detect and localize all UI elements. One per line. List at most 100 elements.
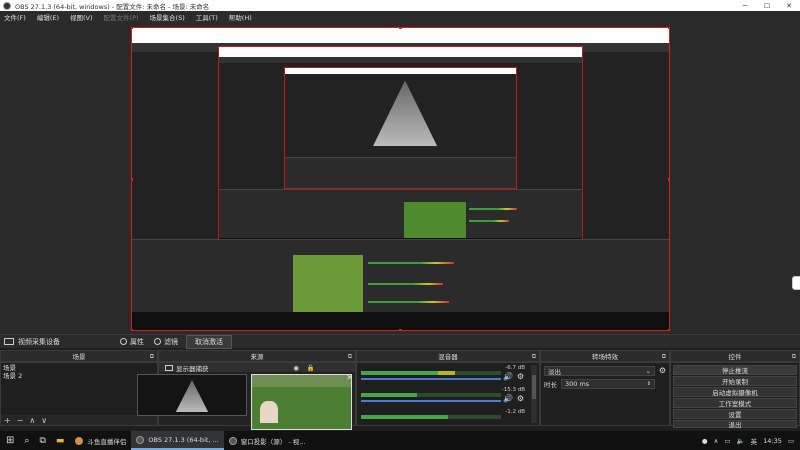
volume-meter xyxy=(361,371,501,375)
eye-icon[interactable]: ◉ xyxy=(293,364,299,372)
transitions-dock: 淡出 ⌄ ⚙ 时长 300 ms ⇕ xyxy=(540,362,670,426)
file-explorer-icon[interactable]: ▬ xyxy=(56,436,65,446)
studio-mode-button[interactable]: 工作室模式 xyxy=(673,398,797,408)
taskbar: ⊞ ⌕ ⧉ ▬ 斗鱼直播伴侣 OBS 27.1.3 (64-bit, ... 窗… xyxy=(0,431,800,450)
maximize-icon[interactable]: ☐ xyxy=(756,0,778,11)
transition-type-row: 淡出 ⌄ xyxy=(544,366,655,376)
volume-icon[interactable]: 🔈 xyxy=(737,437,745,445)
window-title: OBS 27.1.3 (64-bit, windows) - 配置文件: 未命名… xyxy=(15,2,210,11)
start-virtual-camera-button[interactable]: 启动虚拟摄像机 xyxy=(673,387,797,397)
nested-preview-2 xyxy=(217,46,584,252)
dock-float-icon[interactable]: ⧉ xyxy=(532,353,536,361)
move-up-icon[interactable]: ∧ xyxy=(29,416,35,425)
transition-duration-row: 时长 300 ms ⇕ xyxy=(544,379,655,389)
selected-source-label: 视频采集设备 xyxy=(18,337,60,346)
chevron-up-icon[interactable]: ∧ xyxy=(714,437,719,445)
preview-area[interactable] xyxy=(0,23,800,334)
game-capture-thumbnail xyxy=(251,374,352,430)
gear-icon xyxy=(120,338,127,345)
sources-title: 来源 xyxy=(250,353,264,361)
add-icon[interactable]: + xyxy=(4,416,11,425)
scenes-dock-header: 场景 ⧉ xyxy=(0,350,158,362)
gear-icon[interactable]: ⚙ xyxy=(659,366,666,375)
ime-indicator[interactable]: 英 xyxy=(751,436,758,446)
scenes-dock: 场景 场景 2 + − ∧ ∨ xyxy=(0,362,158,426)
menu-bar: 文件(F) 编辑(E) 视图(V) 配置文件(P) 场景集合(S) 工具(T) … xyxy=(0,11,800,23)
gear-icon[interactable]: ⚙ xyxy=(517,372,524,381)
speaker-icon[interactable]: 🔊 xyxy=(503,394,513,403)
properties-label: 属性 xyxy=(130,337,144,346)
obs-logo-icon xyxy=(3,1,11,10)
dock-float-icon[interactable]: ⧉ xyxy=(348,353,352,361)
scene-item[interactable]: 场景 xyxy=(1,363,157,372)
mixer-db-label: -6.7 dB xyxy=(505,365,525,371)
taskbar-app-douyu[interactable]: 斗鱼直播伴侣 xyxy=(70,431,131,450)
sources-dock-header: 来源 ⧉ xyxy=(158,350,356,362)
filters-label: 滤镜 xyxy=(164,337,178,346)
source-item[interactable]: 显示器捕获 ◉ 🔒 xyxy=(159,363,355,373)
menu-file[interactable]: 文件(F) xyxy=(4,12,26,22)
move-down-icon[interactable]: ∨ xyxy=(41,416,47,425)
minimize-icon[interactable]: ─ xyxy=(734,0,756,11)
monitor-icon xyxy=(165,364,173,371)
start-recording-button[interactable]: 开始录制 xyxy=(673,376,797,386)
spin-arrows-icon[interactable]: ⇕ xyxy=(647,381,651,387)
scenes-title: 场景 xyxy=(72,353,86,361)
taskbar-app-label: 窗口投影（源） - 视... xyxy=(240,437,306,446)
duration-label: 时长 xyxy=(544,381,557,389)
filter-icon xyxy=(154,338,161,345)
speaker-icon[interactable]: 🔊 xyxy=(503,372,513,381)
menu-tools[interactable]: 工具(T) xyxy=(196,12,218,22)
side-widget-icon[interactable] xyxy=(792,276,800,290)
menu-profile[interactable]: 配置文件(P) xyxy=(104,12,139,22)
deactivate-button[interactable]: 取消激活 xyxy=(186,334,232,349)
obs-logo-icon xyxy=(136,435,145,444)
lock-icon[interactable]: 🔒 xyxy=(307,364,315,372)
selected-source: 视频采集设备 xyxy=(4,337,60,347)
obs-logo-icon xyxy=(228,436,237,445)
tray-app-icon[interactable]: ● xyxy=(702,437,708,445)
volume-slider[interactable] xyxy=(361,378,501,380)
task-view-icon[interactable]: ⧉ xyxy=(39,436,45,446)
properties-button[interactable]: 属性 xyxy=(120,337,144,347)
scene-item[interactable]: 场景 2 xyxy=(1,371,157,380)
source-thumbnail xyxy=(137,374,247,416)
taskbar-app-projector[interactable]: 窗口投影（源） - 视... xyxy=(224,431,311,450)
stop-streaming-button[interactable]: 停止推流 xyxy=(673,365,797,375)
duration-input[interactable]: 300 ms ⇕ xyxy=(561,379,655,389)
nested-preview-3 xyxy=(284,67,517,190)
menu-view[interactable]: 视图(V) xyxy=(70,12,93,22)
mixer-scrollbar[interactable] xyxy=(531,365,537,423)
menu-help[interactable]: 帮助(H) xyxy=(229,12,252,22)
close-icon[interactable]: ✕ xyxy=(346,373,353,382)
menu-edit[interactable]: 编辑(E) xyxy=(37,12,59,22)
dock-float-icon[interactable]: ⧉ xyxy=(150,353,154,361)
nested-preview-1 xyxy=(132,28,669,330)
gear-icon[interactable]: ⚙ xyxy=(517,394,524,403)
clock[interactable]: 14:35 xyxy=(763,437,782,445)
exit-button[interactable]: 退出 xyxy=(673,420,797,429)
preview-canvas[interactable] xyxy=(131,27,670,331)
taskbar-app-obs[interactable]: OBS 27.1.3 (64-bit, ... xyxy=(131,431,224,450)
transitions-title: 转场特效 xyxy=(592,353,618,361)
chevron-down-icon: ⌄ xyxy=(645,367,651,375)
search-icon[interactable]: ⌕ xyxy=(24,436,29,446)
volume-slider[interactable] xyxy=(361,400,501,402)
notification-icon[interactable]: ▭ xyxy=(788,437,794,445)
mixer-db-label: -15.3 dB xyxy=(501,387,525,393)
mixer-channel: -1.2 dB xyxy=(359,409,527,425)
monitor-icon xyxy=(4,338,14,345)
remove-icon[interactable]: − xyxy=(17,416,24,425)
mixer-channel: -6.7 dB 🔊 ⚙ xyxy=(359,365,527,385)
menu-scene-collection[interactable]: 场景集合(S) xyxy=(150,12,185,22)
transition-select[interactable]: 淡出 ⌄ xyxy=(544,366,655,376)
close-icon[interactable]: ✕ xyxy=(778,0,800,11)
mixer-dock: -6.7 dB 🔊 ⚙ -15.3 dB 🔊 ⚙ -1.2 dB xyxy=(356,362,540,426)
network-icon[interactable]: ▭ xyxy=(724,437,730,445)
windows-start-icon[interactable]: ⊞ xyxy=(6,435,14,446)
settings-button[interactable]: 设置 xyxy=(673,409,797,419)
dock-float-icon[interactable]: ⧉ xyxy=(662,353,666,361)
filters-button[interactable]: 滤镜 xyxy=(154,337,178,347)
taskbar-app-label: 斗鱼直播伴侣 xyxy=(87,437,127,446)
dock-float-icon[interactable]: ⧉ xyxy=(792,353,796,361)
